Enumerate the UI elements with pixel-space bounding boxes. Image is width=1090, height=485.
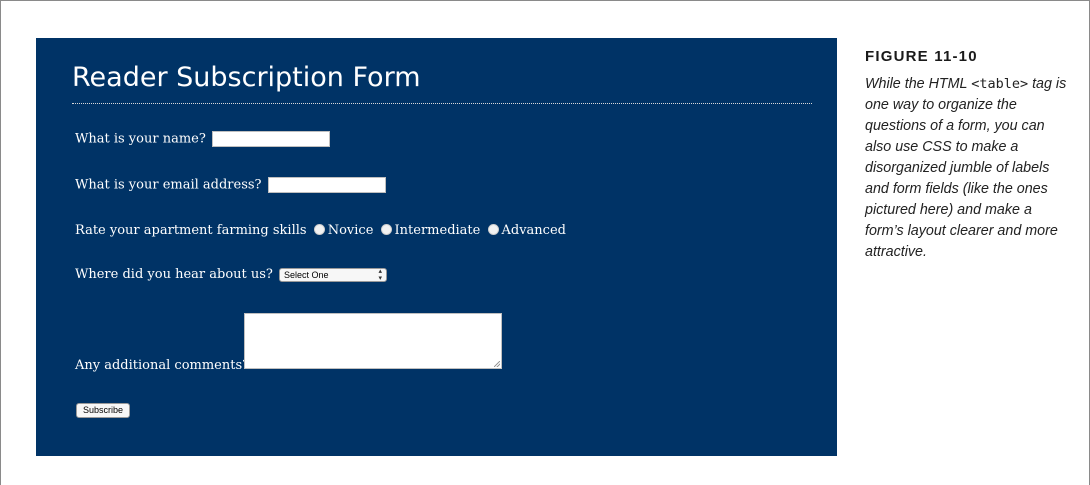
name-label: What is your name? <box>75 131 206 147</box>
select-arrows-icon: ▴ ▾ <box>378 267 383 282</box>
radio-label-intermediate: Intermediate <box>394 223 481 238</box>
referral-row: Where did you hear about us? Select One … <box>75 267 388 282</box>
resize-grip-icon[interactable] <box>494 361 500 367</box>
figure-label: FIGURE 11-10 <box>865 48 978 65</box>
name-row: What is your name? <box>75 131 330 147</box>
book-page: Reader Subscription Form What is your na… <box>0 0 1090 485</box>
subscribe-button[interactable]: Subscribe <box>76 403 131 418</box>
skills-row: Rate your apartment farming skills Novic… <box>75 223 566 238</box>
caption-text-before: While the HTML <box>865 76 972 92</box>
radio-intermediate[interactable] <box>380 224 392 235</box>
radio-label-advanced: Advanced <box>501 223 566 238</box>
figure-caption: While the HTML <table> tag is one way to… <box>865 74 1070 263</box>
comments-label: Any additional comments? <box>75 358 250 373</box>
caption-code: <table> <box>971 76 1029 92</box>
caption-text-after: tag is one way to organize the questions… <box>865 76 1067 260</box>
referral-select-value: Select One <box>284 269 329 280</box>
referral-label: Where did you hear about us? <box>75 267 273 282</box>
form-title: Reader Subscription Form <box>72 62 421 93</box>
radio-novice[interactable] <box>313 224 325 235</box>
referral-select[interactable]: Select One ▴ ▾ <box>279 267 388 282</box>
email-row: What is your email address? <box>75 177 386 193</box>
email-label: What is your email address? <box>75 177 262 193</box>
email-input[interactable] <box>267 177 386 193</box>
title-divider <box>72 103 812 104</box>
name-input[interactable] <box>211 131 330 147</box>
comments-textarea[interactable] <box>244 313 502 369</box>
radio-label-novice: Novice <box>327 223 374 238</box>
form-screenshot: Reader Subscription Form What is your na… <box>36 38 837 456</box>
skills-label: Rate your apartment farming skills <box>75 223 307 238</box>
comments-row: Any additional comments? <box>75 358 249 373</box>
radio-advanced[interactable] <box>487 224 499 235</box>
